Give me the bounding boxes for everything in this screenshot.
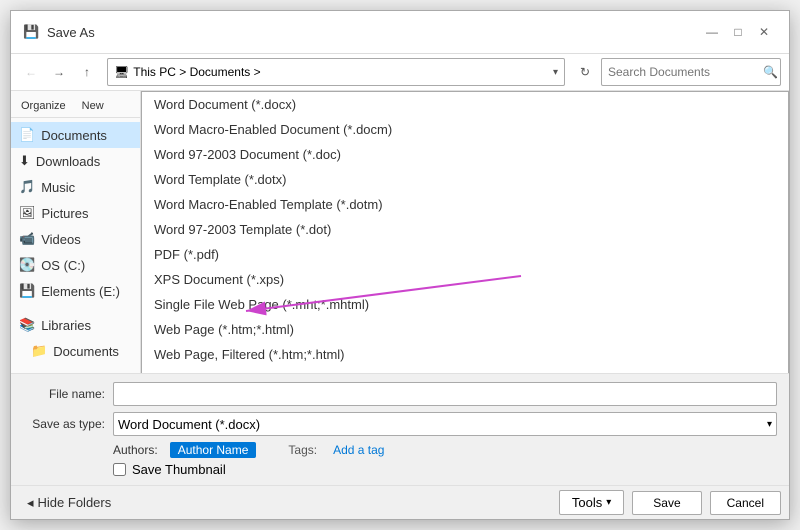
save-button[interactable]: Save xyxy=(632,491,701,515)
tools-dropdown-icon: ▾ xyxy=(606,497,611,508)
savetype-value: Word Document (*.docx) xyxy=(118,417,260,432)
dropdown-item-mht[interactable]: Single File Web Page (*.mht;*.mhtml) xyxy=(142,292,788,317)
libraries-icon: 📚 xyxy=(19,317,35,333)
dropdown-item-htm[interactable]: Web Page (*.htm;*.html) xyxy=(142,317,788,342)
sidebar-item-osc[interactable]: 💽 OS (C:) xyxy=(11,252,140,278)
hide-folders-label: Hide Folders xyxy=(38,495,112,510)
sidebar-item-videos[interactable]: 📹 Videos xyxy=(11,226,140,252)
thumbnail-checkbox[interactable] xyxy=(113,463,126,476)
dropdown-item-docx[interactable]: Word Document (*.docx) xyxy=(142,92,788,117)
savetype-label: Save as type: xyxy=(23,417,113,431)
sidebar-item-pictures[interactable]: 🖼 Pictures xyxy=(11,200,140,226)
authors-row: Authors: Author Name Tags: Add a tag xyxy=(23,442,777,458)
videos-icon: 📹 xyxy=(19,231,35,247)
navigation-toolbar: ← → ↑ 🖥 This PC > Documents > ▾ ↻ 🔍 xyxy=(11,54,789,91)
breadcrumb-pc: 🖥 xyxy=(114,65,129,79)
pictures-icon: 🖼 xyxy=(19,205,36,221)
file-type-dropdown: Word Document (*.docx) Word Macro-Enable… xyxy=(141,91,789,373)
search-icon: 🔍 xyxy=(763,65,778,79)
authors-label: Authors: xyxy=(113,443,158,457)
breadcrumb-text: This PC > Documents > xyxy=(133,65,553,79)
documents-icon: 📄 xyxy=(19,127,35,143)
dropdown-item-dotm[interactable]: Word Macro-Enabled Template (*.dotm) xyxy=(142,192,788,217)
osc-icon: 💽 xyxy=(19,257,35,273)
dropdown-item-dotx[interactable]: Word Template (*.dotx) xyxy=(142,167,788,192)
cancel-button[interactable]: Cancel xyxy=(710,491,781,515)
sidebar-label-music: Music xyxy=(41,180,75,195)
downloads-icon: ⬇ xyxy=(19,153,30,169)
thumbnail-row: Save Thumbnail xyxy=(23,462,777,477)
sidebar-item-music[interactable]: 🎵 Music xyxy=(11,174,140,200)
documents2-icon: 📁 xyxy=(31,343,47,359)
chevron-left-icon: ◂ xyxy=(27,495,34,511)
search-input[interactable] xyxy=(608,65,763,79)
window-controls: — □ ✕ xyxy=(699,19,777,45)
minimize-button[interactable]: — xyxy=(699,19,725,45)
sidebar-label-osc: OS (C:) xyxy=(41,258,85,273)
music-icon: 🎵 xyxy=(19,179,35,195)
authors-value[interactable]: Author Name xyxy=(170,442,257,458)
dropdown-item-docm[interactable]: Word Macro-Enabled Document (*.docm) xyxy=(142,117,788,142)
save-as-dialog: 💾 Save As — □ ✕ ← → ↑ 🖥 This PC > Docume… xyxy=(10,10,790,520)
up-button[interactable]: ↑ xyxy=(75,60,99,84)
organize-button[interactable]: Organize xyxy=(15,98,72,114)
sidebar-label-downloads: Downloads xyxy=(36,154,100,169)
dialog-icon: 💾 xyxy=(23,24,39,40)
main-content: Organize New 📄 Documents ⬇ Downloads 🎵 M… xyxy=(11,91,789,373)
titlebar: 💾 Save As — □ ✕ xyxy=(11,11,789,54)
new-button[interactable]: New xyxy=(76,98,110,114)
tags-add-link[interactable]: Add a tag xyxy=(333,443,384,457)
breadcrumb[interactable]: 🖥 This PC > Documents > ▾ xyxy=(107,58,565,86)
tools-label: Tools xyxy=(572,495,602,510)
sidebar-item-documents[interactable]: 📄 Documents xyxy=(11,122,140,148)
sidebar-item-documents2[interactable]: 📁 Documents xyxy=(11,338,140,364)
dropdown-item-doc[interactable]: Word 97-2003 Document (*.doc) xyxy=(142,142,788,167)
maximize-button[interactable]: □ xyxy=(725,19,751,45)
filename-row: File name: xyxy=(23,382,777,406)
hide-folders-button[interactable]: ◂ Hide Folders xyxy=(19,491,119,515)
elements-icon: 💾 xyxy=(19,283,35,299)
sidebar-label-documents2: Documents xyxy=(53,344,119,359)
forward-button[interactable]: → xyxy=(47,60,71,84)
sidebar-item-downloads[interactable]: ⬇ Downloads xyxy=(11,148,140,174)
savetype-select[interactable]: Word Document (*.docx) ▾ xyxy=(113,412,777,436)
dropdown-item-html-filtered[interactable]: Web Page, Filtered (*.htm;*.html) xyxy=(142,342,788,367)
sidebar-label-elements: Elements (E:) xyxy=(41,284,120,299)
breadcrumb-dropdown-icon: ▾ xyxy=(553,67,558,78)
thumbnail-label: Save Thumbnail xyxy=(132,462,226,477)
sidebar-label-documents: Documents xyxy=(41,128,107,143)
action-bar: ◂ Hide Folders Tools ▾ Save Cancel xyxy=(11,485,789,519)
filename-label: File name: xyxy=(23,387,113,401)
bottom-form-area: File name: Save as type: Word Document (… xyxy=(11,373,789,485)
sidebar-item-elements[interactable]: 💾 Elements (E:) xyxy=(11,278,140,304)
file-area: Name Date modified Type Size Word Docume… xyxy=(141,91,789,373)
dropdown-item-rtf[interactable]: Rich Text Format (*.rtf) xyxy=(142,367,788,373)
dialog-title: Save As xyxy=(47,25,699,40)
sidebar-item-libraries[interactable]: 📚 Libraries xyxy=(11,312,140,338)
back-button[interactable]: ← xyxy=(19,60,43,84)
search-box[interactable]: 🔍 xyxy=(601,58,781,86)
savetype-row: Save as type: Word Document (*.docx) ▾ xyxy=(23,412,777,436)
filename-input[interactable] xyxy=(113,382,777,406)
sidebar-label-videos: Videos xyxy=(41,232,81,247)
dropdown-item-pdf[interactable]: PDF (*.pdf) xyxy=(142,242,788,267)
refresh-button[interactable]: ↻ xyxy=(573,60,597,84)
tags-label: Tags: xyxy=(288,443,317,457)
sidebar-label-pictures: Pictures xyxy=(42,206,89,221)
sidebar: Organize New 📄 Documents ⬇ Downloads 🎵 M… xyxy=(11,91,141,373)
savetype-dropdown-icon: ▾ xyxy=(767,419,772,430)
close-button[interactable]: ✕ xyxy=(751,19,777,45)
dropdown-item-xps[interactable]: XPS Document (*.xps) xyxy=(142,267,788,292)
dropdown-item-dot[interactable]: Word 97-2003 Template (*.dot) xyxy=(142,217,788,242)
tools-button[interactable]: Tools ▾ xyxy=(559,490,624,515)
sidebar-label-libraries: Libraries xyxy=(41,318,91,333)
